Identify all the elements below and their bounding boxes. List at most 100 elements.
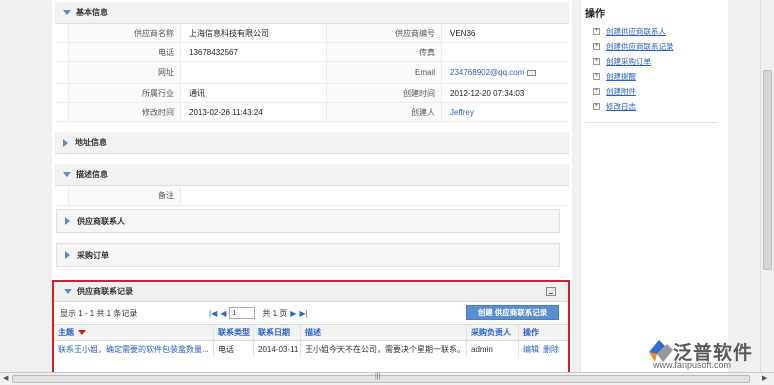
info-row: 所属行业 通讯 创建时间 2012-12-20 07:34:03 bbox=[55, 84, 569, 103]
basic-info-header[interactable]: 基本信息 bbox=[55, 2, 569, 24]
field-label: 所属行业 bbox=[69, 84, 181, 102]
info-row: 网址 Email 234768902@qq.com bbox=[55, 62, 569, 84]
sidebar-title: 操作 bbox=[585, 9, 605, 20]
scroll-thumb[interactable] bbox=[12, 375, 750, 383]
info-row: 修改时间 2013-02-28 11:43:24 创建人 Jeffrey bbox=[55, 103, 569, 122]
record-actions: 编辑 删除 bbox=[519, 341, 568, 357]
field-label: 供应商编号 bbox=[327, 24, 442, 42]
field-label: 传真 bbox=[327, 43, 442, 61]
field-label: 创建时间 bbox=[327, 84, 442, 102]
field-value bbox=[181, 62, 311, 83]
table-header: 主题 联系类型 联系日期 描述 采购负责人 操作 bbox=[54, 324, 568, 341]
scroll-right-icon[interactable]: ▶ bbox=[762, 374, 767, 382]
field-value: 2013-02-28 11:43:24 bbox=[189, 107, 263, 117]
collapse-arrow-icon bbox=[63, 10, 71, 15]
sidebar-item-change-log[interactable]: + 修改日志 bbox=[593, 99, 728, 114]
pager-row: 显示 1 - 1 共 1 条记录 |◀ ◀ 1 共 1 页 ▶ ▶| 创建 供应… bbox=[54, 302, 568, 324]
expand-arrow-icon bbox=[65, 251, 70, 259]
sidebar-item-create-contact[interactable]: + 创建供应商联系人 bbox=[593, 24, 728, 39]
scroll-thumb[interactable] bbox=[763, 70, 772, 270]
field-label: 修改时间 bbox=[69, 103, 181, 121]
plus-icon: + bbox=[593, 58, 600, 65]
records-header[interactable]: 供应商联系记录 bbox=[54, 282, 568, 302]
page-input[interactable]: 1 bbox=[229, 307, 256, 319]
collapse-arrow-icon bbox=[63, 172, 71, 177]
record-owner: admin bbox=[467, 341, 519, 357]
desc-info-title: 描述信息 bbox=[76, 170, 108, 179]
total-pages: 共 1 页 bbox=[262, 308, 288, 318]
record-subject-link[interactable]: 联系王小姐，确定需要的软件包装盒数量... bbox=[54, 341, 214, 357]
scroll-left-icon[interactable]: ◀ bbox=[3, 374, 8, 382]
edit-link[interactable]: 编辑 bbox=[523, 344, 539, 355]
sidebar-item-create-record[interactable]: + 创建供应商联系记录 bbox=[593, 39, 728, 54]
contacts-panel-header[interactable]: 供应商联系人 bbox=[56, 209, 560, 233]
plus-icon: + bbox=[593, 28, 600, 35]
prev-page-icon[interactable]: ◀ bbox=[220, 309, 226, 318]
remark-label: 备注 bbox=[69, 186, 181, 205]
sidebar-item-create-reminder[interactable]: + 创建提醒 bbox=[593, 69, 728, 84]
sort-desc-icon[interactable] bbox=[78, 330, 86, 335]
grip-icon: ||| bbox=[375, 373, 381, 380]
mail-icon[interactable] bbox=[527, 69, 537, 76]
expand-arrow-icon bbox=[63, 138, 68, 147]
email-link[interactable]: 234768902@qq.com bbox=[450, 68, 524, 77]
field-value: 13678432567 bbox=[189, 47, 238, 57]
field-value: 上海信息科技有限公司 bbox=[189, 28, 269, 38]
plus-icon: + bbox=[593, 73, 600, 80]
records-summary: 显示 1 - 1 共 1 条记录 bbox=[60, 308, 138, 318]
field-value: 2012-12-20 07:34:03 bbox=[450, 88, 525, 98]
col-type[interactable]: 联系类型 bbox=[214, 325, 254, 340]
field-label: Email bbox=[327, 62, 442, 83]
create-record-button[interactable]: 创建 供应商联系记录 bbox=[466, 305, 559, 320]
info-row: 供应商名称 上海信息科技有限公司 供应商编号 VEN36 bbox=[55, 24, 569, 43]
field-label: 供应商名称 bbox=[69, 24, 181, 42]
col-owner[interactable]: 采购负责人 bbox=[467, 325, 519, 340]
contacts-title: 供应商联系人 bbox=[77, 216, 125, 226]
basic-info-table: 供应商名称 上海信息科技有限公司 供应商编号 VEN36 电话 13678432… bbox=[55, 24, 569, 122]
info-row: 备注 bbox=[55, 186, 569, 206]
plus-icon: + bbox=[593, 43, 600, 50]
sidebar-item-create-attachment[interactable]: + 创建附件 bbox=[593, 84, 728, 99]
remark-value bbox=[181, 186, 561, 205]
records-title: 供应商联系记录 bbox=[77, 287, 133, 296]
desc-info-header[interactable]: 描述信息 bbox=[55, 164, 569, 186]
info-row: 电话 13678432567 传真 bbox=[55, 43, 569, 62]
address-info-title: 地址信息 bbox=[75, 138, 107, 147]
next-page-icon[interactable]: ▶ bbox=[290, 309, 296, 318]
record-date: 2014-03-11 bbox=[254, 341, 301, 357]
record-type: 电话 bbox=[214, 341, 254, 357]
field-label: 网址 bbox=[69, 62, 181, 83]
collapse-arrow-icon bbox=[64, 289, 72, 294]
plus-icon: + bbox=[593, 103, 600, 110]
field-label: 电话 bbox=[69, 43, 181, 61]
record-desc: 王小姐今天不在公司，需要决个星期一联系。 bbox=[301, 341, 467, 357]
brand-logo: 泛普软件 www.fanpusoft.com bbox=[643, 338, 773, 372]
orders-title: 采购订单 bbox=[77, 250, 109, 260]
plus-icon: + bbox=[593, 88, 600, 95]
field-value bbox=[442, 43, 562, 61]
logo-url: www.fanpusoft.com bbox=[653, 360, 732, 370]
col-actions: 操作 bbox=[523, 328, 539, 337]
orders-panel-header[interactable]: 采购订单 bbox=[56, 243, 560, 267]
table-row: 联系王小姐，确定需要的软件包装盒数量... 电话 2014-03-11 王小姐今… bbox=[54, 341, 568, 357]
col-subject[interactable]: 主题 bbox=[54, 325, 214, 340]
contact-records-panel: 供应商联系记录 显示 1 - 1 共 1 条记录 |◀ ◀ 1 共 1 页 ▶ … bbox=[52, 280, 570, 376]
delete-link[interactable]: 删除 bbox=[543, 344, 559, 355]
email-field: 234768902@qq.com bbox=[442, 62, 562, 83]
minimize-icon[interactable] bbox=[546, 287, 556, 296]
first-page-icon[interactable]: |◀ bbox=[209, 309, 217, 318]
actions-sidebar: 操作 + 创建供应商联系人 + 创建供应商联系记录 + 创建采购订单 + 创建提醒 + 创… bbox=[580, 0, 728, 372]
vertical-scrollbar[interactable] bbox=[760, 0, 774, 372]
creator-link[interactable]: Jeffrey bbox=[450, 108, 474, 117]
last-page-icon[interactable]: ▶| bbox=[299, 309, 307, 318]
col-desc[interactable]: 描述 bbox=[301, 325, 467, 340]
pager: |◀ ◀ 1 共 1 页 ▶ ▶| bbox=[209, 307, 308, 319]
col-date[interactable]: 联系日期 bbox=[254, 325, 301, 340]
field-label: 创建人 bbox=[327, 103, 442, 121]
address-info-header[interactable]: 地址信息 bbox=[55, 132, 569, 154]
basic-info-title: 基本信息 bbox=[76, 8, 108, 17]
horizontal-scrollbar[interactable]: ◀ ||| ▶ bbox=[0, 372, 774, 385]
field-value: 通讯 bbox=[189, 88, 205, 98]
sidebar-item-create-order[interactable]: + 创建采购订单 bbox=[593, 54, 728, 69]
expand-arrow-icon bbox=[65, 217, 70, 225]
